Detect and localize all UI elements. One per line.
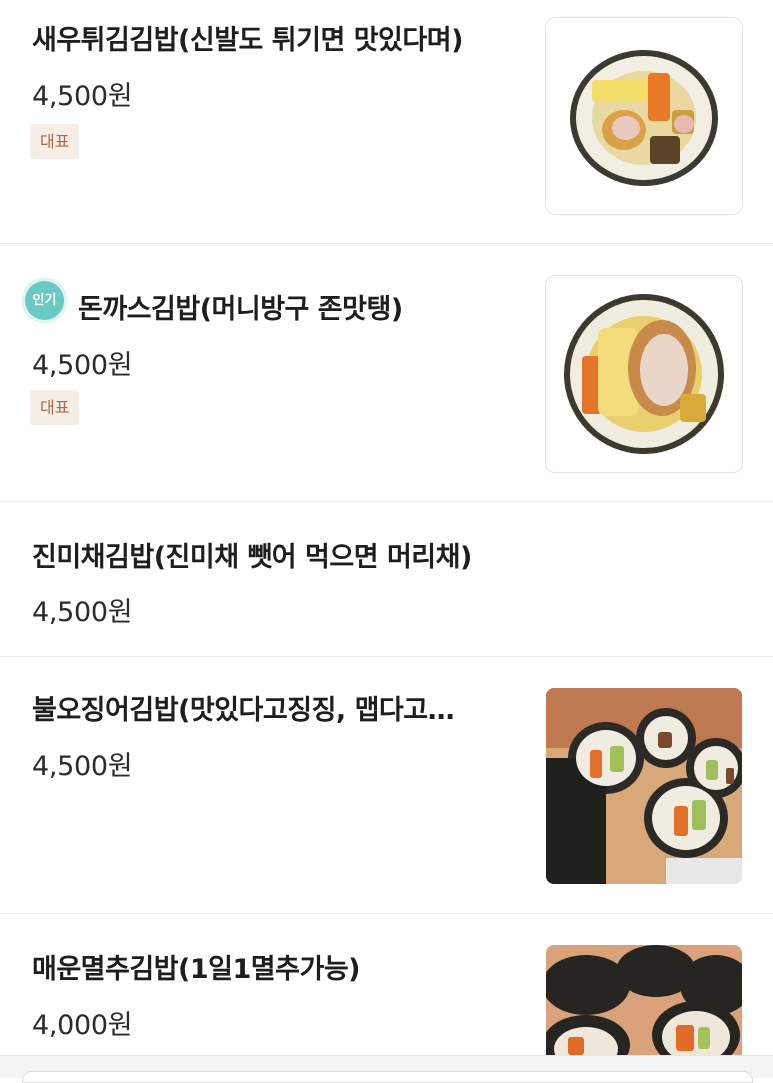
menu-item-price: 4,500원: [32, 751, 133, 782]
menu-item-name: 매운멸추김밥(1일1멸추가능): [32, 954, 361, 985]
menu-item-dried-squid-kimbap[interactable]: 진미채김밥(진미채 뺏어 먹으면 머리채) 4,500원: [0, 502, 773, 656]
menu-item-spicy-anchovy-kimbap[interactable]: 매운멸추김밥(1일1멸추가능) 4,000원: [0, 914, 773, 1055]
menu-item-photo[interactable]: [546, 688, 742, 884]
menu-item-photo[interactable]: [546, 945, 742, 1055]
menu-item-price: 4,500원: [32, 81, 133, 112]
menu-item-name: 진미채김밥(진미채 뺏어 먹으면 머리채): [32, 542, 472, 573]
signature-badge: 대표: [30, 390, 80, 425]
menu-item-pork-cutlet-kimbap[interactable]: 인기 돈까스김밥(머니방구 존맛탱) 4,500원 대표: [0, 244, 773, 501]
menu-item-spicy-squid-kimbap[interactable]: 불오징어김밥(맛있다고징징, 맵다고… 4,500원: [0, 657, 773, 913]
menu-item-shrimp-kimbap[interactable]: 새우튀김김밥(신발도 튀기면 맛있다며) 4,500원 대표: [0, 0, 773, 243]
menu-item-price: 4,000원: [32, 1010, 133, 1041]
popular-badge: 인기: [22, 278, 67, 323]
menu-item-name: 돈까스김밥(머니방구 존맛탱): [78, 294, 403, 325]
menu-item-price: 4,500원: [32, 350, 133, 381]
menu-item-name: 불오징어김밥(맛있다고징징, 맵다고…: [32, 695, 455, 726]
menu-item-price: 4,500원: [32, 597, 133, 628]
menu-item-name: 새우튀김김밥(신발도 튀기면 맛있다며): [32, 25, 463, 56]
bottom-sheet-handle[interactable]: [22, 1071, 753, 1083]
menu-item-photo[interactable]: [545, 275, 743, 473]
signature-badge: 대표: [30, 124, 80, 159]
menu-item-photo[interactable]: [545, 17, 743, 215]
